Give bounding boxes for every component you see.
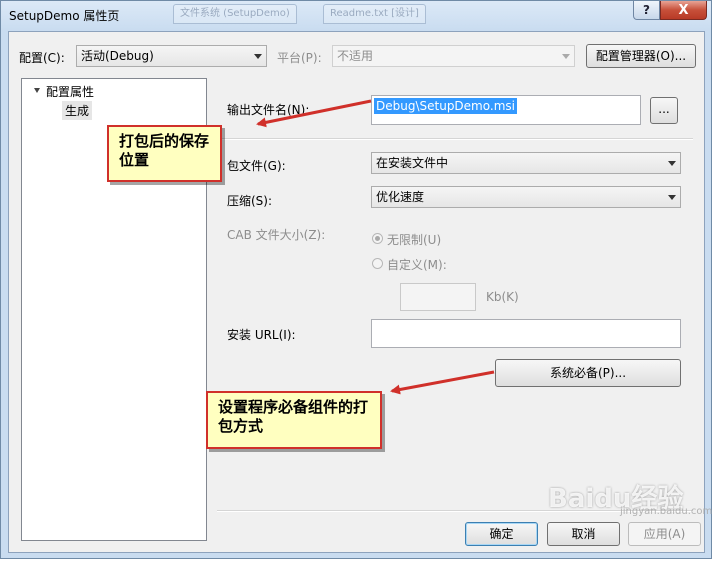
arrow-to-prerequisites xyxy=(390,370,495,395)
annotation-arrows xyxy=(256,99,495,395)
arrow-to-output-file xyxy=(256,99,372,128)
callout-prerequisites: 设置程序必备组件的打包方式 xyxy=(206,391,382,449)
callout-output-location: 打包后的保存位置 xyxy=(107,125,222,182)
watermark-url: jingyan.baidu.com xyxy=(620,506,713,517)
